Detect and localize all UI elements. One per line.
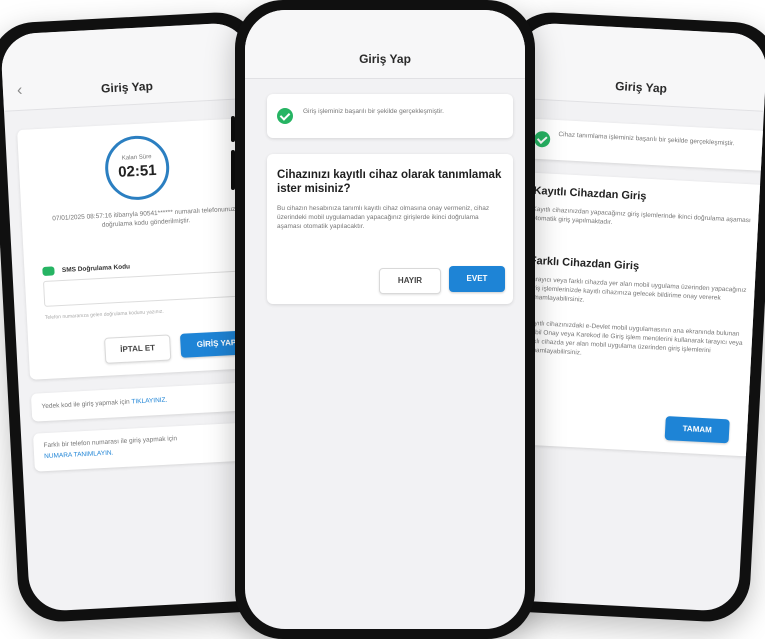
center-header: Giriş Yap: [245, 10, 525, 79]
yes-button[interactable]: EVET: [449, 266, 505, 292]
center-phone-frame: Giriş Yap Giriş işleminiz başarılı bir ş…: [231, 0, 535, 639]
center-phone-side-button: [231, 150, 235, 190]
check-circle-icon: [277, 108, 293, 124]
device-success-card: Cihaz tanımlama işleminiz başarılı bir ş…: [525, 118, 765, 171]
backup-code-label: Yedek kod ile giriş yapmak için: [41, 398, 130, 411]
sms-code-input[interactable]: [42, 270, 245, 307]
sms-label-row: SMS Doğrulama Kodu: [42, 258, 131, 277]
page-title: Giriş Yap: [100, 78, 154, 96]
device-success-text: Cihaz tanımlama işleminiz başarılı bir ş…: [558, 131, 735, 148]
center-phone-side-button: [231, 116, 235, 142]
page-title: Giriş Yap: [359, 52, 411, 66]
register-device-dialog: Cihazınızı kayıtlı cihaz olarak tanımlam…: [267, 154, 513, 304]
sms-label: SMS Doğrulama Kodu: [61, 263, 131, 275]
dialog-description: Bu cihazın hesabınıza tanımlı kayıtlı ci…: [277, 205, 490, 230]
check-circle-icon: [533, 130, 551, 148]
login-success-card: Giriş işleminiz başarılı bir şekilde ger…: [267, 94, 513, 138]
right-header: Giriş Yap: [516, 21, 765, 112]
backup-code-link[interactable]: TIKLAYINIZ.: [131, 397, 167, 406]
ok-button[interactable]: TAMAM: [664, 416, 730, 444]
other-number-link[interactable]: NUMARA TANIMLAYIN.: [44, 450, 114, 461]
other-number-label: Farklı bir telefon numarası ile giriş ya…: [43, 435, 178, 450]
sms-sent-info: 07/01/2025 08:57:16 itibarıyla 90541****…: [52, 205, 240, 229]
backup-code-text: Yedek kod ile giriş yapmak için TIKLAYIN…: [41, 396, 167, 413]
center-phone-screen: Giriş Yap Giriş işleminiz başarılı bir ş…: [245, 10, 525, 629]
timer-value: 02:51: [117, 161, 157, 181]
no-button[interactable]: HAYIR: [379, 268, 441, 294]
other-device-detail-text: Kayıtlı cihazınızdaki e-Devlet mobil uyg…: [524, 319, 743, 357]
countdown-timer: Kalan Süre 02:51: [103, 134, 171, 202]
other-device-text: Tarayıcı veya farklı cihazda yer alan mo…: [527, 275, 747, 304]
registered-device-heading: Kayıtlı Cihazdan Giriş: [533, 184, 647, 203]
cancel-button[interactable]: İPTAL ET: [104, 334, 172, 364]
other-device-heading: Farklı Cihazdan Giriş: [529, 254, 640, 273]
left-header: ‹ Giriş Yap: [0, 21, 252, 112]
message-icon: [42, 266, 55, 277]
sms-input-hint: Telefon numaranıza gelen doğrulama kodun…: [44, 308, 164, 321]
page-title: Giriş Yap: [614, 78, 668, 96]
login-success-text: Giriş işleminiz başarılı bir şekilde ger…: [303, 108, 444, 115]
device-info-card: Kayıtlı Cihazdan Giriş Kayıtlı cihazınız…: [510, 172, 765, 457]
dialog-question: Cihazınızı kayıtlı cihaz olarak tanımlam…: [277, 169, 502, 195]
registered-device-text: Kayıtlı cihazınızdan yapacağınız giriş i…: [531, 205, 751, 227]
